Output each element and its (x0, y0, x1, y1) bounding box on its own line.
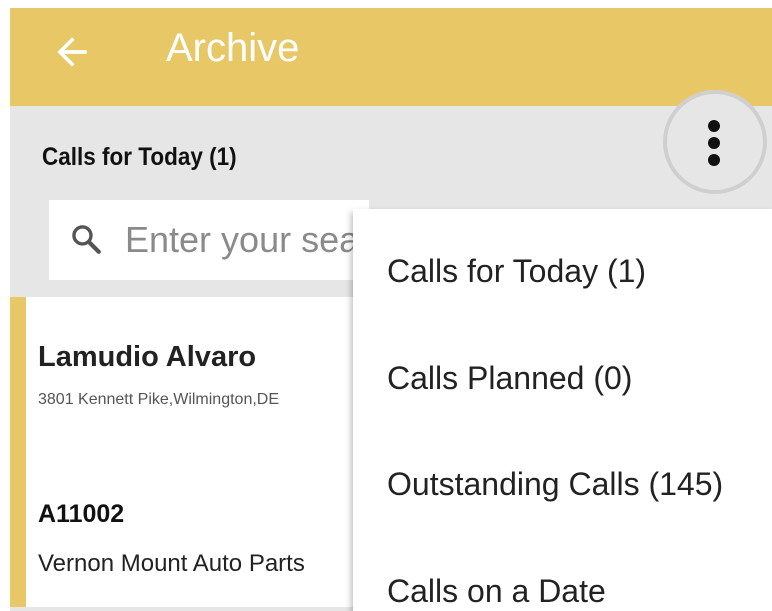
section-title: Calls for Today (1) (42, 143, 237, 171)
menu-item-calls-today[interactable]: Calls for Today (1) (387, 241, 646, 301)
arrow-left-icon[interactable] (50, 30, 94, 74)
company-name: Vernon Mount Auto Parts (38, 550, 305, 577)
list-item-accent (10, 297, 26, 607)
search-icon (72, 225, 101, 254)
overflow-menu: Calls for Today (1) Calls Planned (0) Ou… (353, 209, 772, 611)
menu-item-calls-planned[interactable]: Calls Planned (0) (387, 348, 632, 408)
contact-name: Lamudio Alvaro (38, 341, 257, 373)
more-vertical-icon-dot (708, 154, 720, 166)
search-input[interactable] (123, 214, 367, 266)
search-box[interactable] (49, 200, 369, 280)
overflow-menu-button[interactable] (663, 90, 767, 194)
menu-item-outstanding-calls[interactable]: Outstanding Calls (145) (387, 454, 723, 514)
app-screen: Archive Calls for Today (1) Lamudio Alva… (10, 8, 772, 611)
more-vertical-icon (708, 120, 720, 132)
menu-item-calls-on-date[interactable]: Calls on a Date (387, 561, 606, 611)
page-title: Archive (166, 26, 300, 70)
app-bar: Archive (10, 8, 772, 106)
contact-address: 3801 Kennett Pike,Wilmington,DE (38, 391, 280, 408)
account-code: A11002 (38, 500, 125, 528)
more-vertical-icon-dot (708, 137, 720, 149)
